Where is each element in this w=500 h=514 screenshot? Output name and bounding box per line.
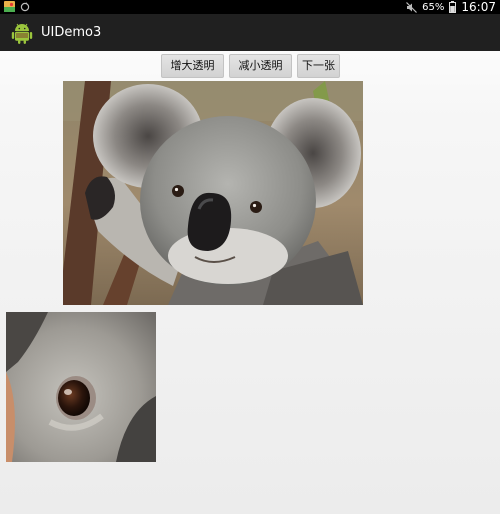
button-row: 增大透明度 减小透明度 下一张 (161, 54, 340, 94)
next-image-button[interactable]: 下一张 (297, 54, 340, 78)
gallery-icon (4, 1, 15, 12)
status-bar-left (4, 1, 30, 12)
action-bar: UIDemo3 (0, 14, 500, 51)
sync-icon (20, 1, 30, 11)
battery-icon (449, 1, 457, 13)
koala-image[interactable] (63, 81, 363, 305)
android-icon[interactable] (10, 21, 34, 45)
status-bar: 65% 16:07 (0, 0, 500, 14)
decrease-alpha-button[interactable]: 减小透明度 (229, 54, 292, 94)
increase-alpha-button[interactable]: 增大透明度 (161, 54, 224, 94)
mute-icon (406, 1, 418, 13)
status-bar-right: 65% 16:07 (406, 0, 496, 14)
app-title: UIDemo3 (41, 25, 102, 40)
koala-eye-zoom[interactable] (6, 312, 156, 462)
clock: 16:07 (461, 0, 496, 14)
battery-percent: 65% (422, 1, 445, 13)
